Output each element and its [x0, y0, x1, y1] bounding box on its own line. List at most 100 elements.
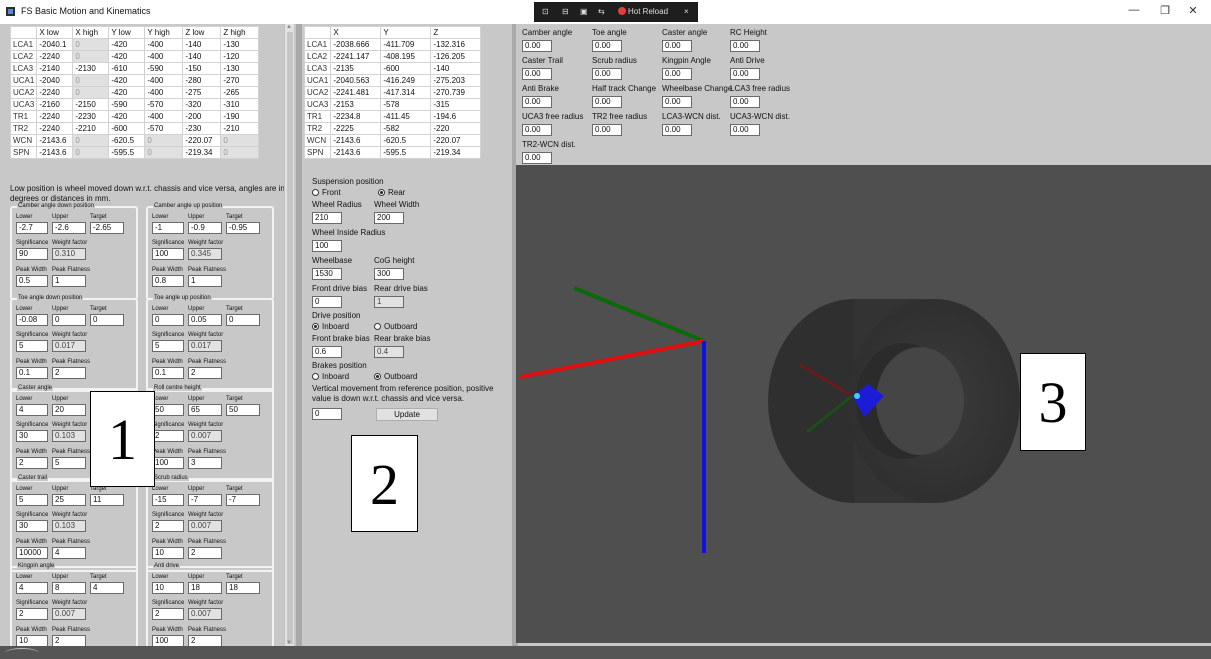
- brakes-inboard-radio[interactable]: Inboard: [312, 372, 349, 381]
- table-cell[interactable]: -416.249: [380, 74, 432, 87]
- table-cell[interactable]: -190: [220, 110, 260, 123]
- table-cell[interactable]: -595.5: [108, 146, 146, 159]
- column-header[interactable]: Z low: [182, 26, 222, 39]
- peak-width-field[interactable]: 0.8: [152, 275, 184, 287]
- upper-field[interactable]: 8: [52, 582, 86, 594]
- table-cell[interactable]: -320: [182, 98, 222, 111]
- table-cell[interactable]: -620.5: [380, 134, 432, 147]
- table-cell[interactable]: -265: [220, 86, 260, 99]
- peak-width-field[interactable]: 0.1: [152, 367, 184, 379]
- table-cell[interactable]: -2230: [72, 110, 110, 123]
- target-field[interactable]: -0.95: [226, 222, 260, 234]
- target-field[interactable]: 4: [90, 582, 124, 594]
- update-button[interactable]: Update: [376, 408, 438, 421]
- table-cell[interactable]: -2210: [72, 122, 110, 135]
- close-button[interactable]: ✕: [1180, 4, 1206, 17]
- peak-flatness-field[interactable]: 1: [52, 275, 86, 287]
- table-cell[interactable]: -600: [380, 62, 432, 75]
- table-cell[interactable]: -2140: [36, 62, 74, 75]
- target-field[interactable]: -2.65: [90, 222, 124, 234]
- table-cell[interactable]: -2135: [330, 62, 382, 75]
- binding-icon[interactable]: ⇆: [598, 7, 605, 16]
- significance-field[interactable]: 5: [16, 340, 48, 352]
- table-cell[interactable]: -270.739: [430, 86, 482, 99]
- table-cell[interactable]: -220.07: [182, 134, 222, 147]
- target-field[interactable]: 0: [90, 314, 124, 326]
- table-cell[interactable]: -420: [108, 110, 146, 123]
- table-cell[interactable]: -2240: [36, 86, 74, 99]
- table-cell[interactable]: -400: [144, 74, 184, 87]
- front-radio[interactable]: Front: [312, 188, 341, 197]
- peak-flatness-field[interactable]: 1: [188, 275, 222, 287]
- minimize-button[interactable]: —: [1121, 4, 1147, 16]
- column-header[interactable]: Y high: [144, 26, 184, 39]
- lower-field[interactable]: 4: [16, 582, 48, 594]
- peak-width-field[interactable]: 10: [16, 635, 48, 646]
- table-cell[interactable]: -2234.8: [330, 110, 382, 123]
- peak-flatness-field[interactable]: 2: [52, 635, 86, 646]
- lower-field[interactable]: -15: [152, 494, 184, 506]
- table-cell[interactable]: -2038.666: [330, 38, 382, 51]
- table-cell[interactable]: -2240: [36, 50, 74, 63]
- table-cell[interactable]: -220: [430, 122, 482, 135]
- table-cell[interactable]: -140: [430, 62, 482, 75]
- table-cell[interactable]: -210: [220, 122, 260, 135]
- drive-inboard-radio[interactable]: Inboard: [312, 322, 349, 331]
- table-cell[interactable]: -400: [144, 50, 184, 63]
- table-cell[interactable]: -420: [108, 86, 146, 99]
- devbar-close-button[interactable]: ×: [684, 7, 689, 16]
- table-cell[interactable]: -610: [108, 62, 146, 75]
- scene-canvas[interactable]: [516, 165, 1211, 643]
- front-brake-bias-field[interactable]: 0.6: [312, 346, 342, 358]
- wheel-width-field[interactable]: 200: [374, 212, 404, 224]
- table-cell[interactable]: -219.34: [182, 146, 222, 159]
- target-field[interactable]: 18: [226, 582, 260, 594]
- upper-field[interactable]: 0: [52, 314, 86, 326]
- target-field[interactable]: 50: [226, 404, 260, 416]
- table-cell[interactable]: -570: [144, 122, 184, 135]
- peak-flatness-field[interactable]: 5: [52, 457, 86, 469]
- lower-field[interactable]: -1: [152, 222, 184, 234]
- peak-width-field[interactable]: 100: [152, 635, 184, 646]
- peak-width-field[interactable]: 2: [16, 457, 48, 469]
- table-cell[interactable]: -400: [144, 86, 184, 99]
- table-cell[interactable]: -420: [108, 50, 146, 63]
- peak-flatness-field[interactable]: 3: [188, 457, 222, 469]
- upper-field[interactable]: 18: [188, 582, 222, 594]
- table-cell[interactable]: -2225: [330, 122, 382, 135]
- peak-flatness-field[interactable]: 2: [188, 367, 222, 379]
- table-cell[interactable]: -140: [182, 50, 222, 63]
- scrollbar-thumb[interactable]: [287, 32, 293, 644]
- table-cell[interactable]: -126.205: [430, 50, 482, 63]
- table-cell[interactable]: -2040.563: [330, 74, 382, 87]
- rear-radio[interactable]: Rear: [378, 188, 405, 197]
- table-cell[interactable]: -2143.6: [36, 146, 74, 159]
- column-header[interactable]: Z: [430, 26, 482, 39]
- hot-reload-status[interactable]: Hot Reload: [618, 7, 668, 16]
- column-header[interactable]: X low: [36, 26, 74, 39]
- upper-field[interactable]: -7: [188, 494, 222, 506]
- column-header[interactable]: Z high: [220, 26, 260, 39]
- table-cell[interactable]: -411.709: [380, 38, 432, 51]
- table-cell[interactable]: -2153: [330, 98, 382, 111]
- upper-field[interactable]: -0.9: [188, 222, 222, 234]
- drive-outboard-radio[interactable]: Outboard: [374, 322, 417, 331]
- table-cell[interactable]: -600: [108, 122, 146, 135]
- lower-field[interactable]: -0.08: [16, 314, 48, 326]
- lower-field[interactable]: 50: [152, 404, 184, 416]
- table-cell[interactable]: -2040: [36, 74, 74, 87]
- significance-field[interactable]: 2: [16, 608, 48, 620]
- table-cell[interactable]: -2241.147: [330, 50, 382, 63]
- table-cell[interactable]: -411.45: [380, 110, 432, 123]
- table-cell[interactable]: -590: [108, 98, 146, 111]
- table-cell[interactable]: -280: [182, 74, 222, 87]
- peak-flatness-field[interactable]: 2: [52, 367, 86, 379]
- lower-field[interactable]: 5: [16, 494, 48, 506]
- table-cell[interactable]: -408.195: [380, 50, 432, 63]
- table-cell[interactable]: -194.6: [430, 110, 482, 123]
- wheelbase-field[interactable]: 1530: [312, 268, 342, 280]
- upper-field[interactable]: 20: [52, 404, 86, 416]
- peak-width-field[interactable]: 0.1: [16, 367, 48, 379]
- input-pane-scrollbar[interactable]: ▲ ▼: [284, 24, 294, 646]
- table-cell[interactable]: -130: [220, 38, 260, 51]
